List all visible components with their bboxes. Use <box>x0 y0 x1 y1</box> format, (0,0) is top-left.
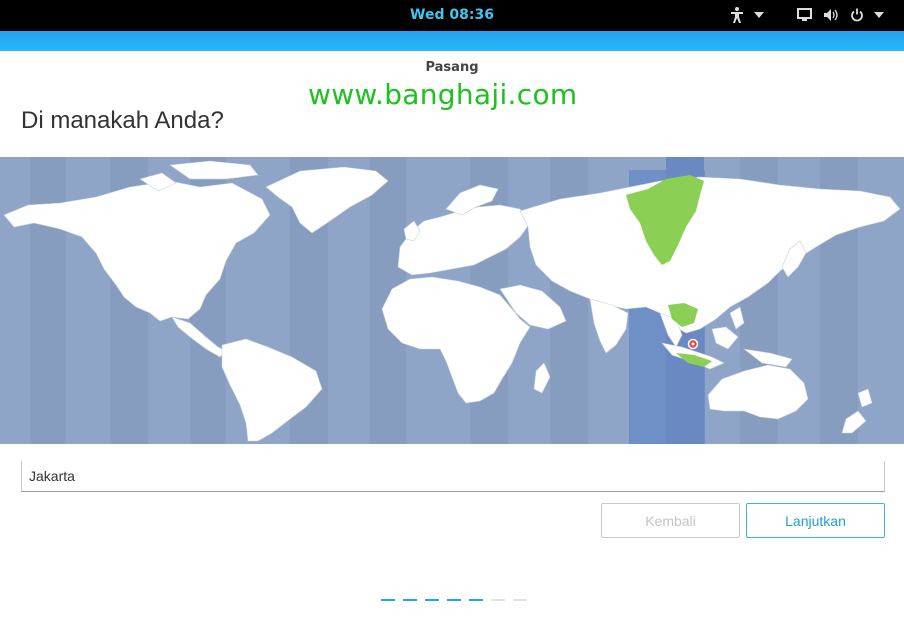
display-icon <box>797 8 812 22</box>
progress-step <box>513 599 527 601</box>
step-progress-indicator <box>381 599 527 601</box>
accessibility-icon <box>729 6 745 24</box>
progress-step <box>491 599 505 601</box>
world-map[interactable] <box>0 157 904 444</box>
chevron-down-icon <box>874 12 884 18</box>
location-input[interactable] <box>29 464 869 488</box>
progress-step <box>381 599 395 601</box>
location-marker[interactable] <box>687 338 699 350</box>
location-search-field[interactable] <box>21 461 885 492</box>
back-button[interactable]: Kembali <box>601 503 740 538</box>
volume-icon <box>823 8 838 22</box>
progress-step <box>425 599 439 601</box>
clock[interactable]: Wed 08:36 <box>0 7 904 23</box>
progress-step <box>447 599 461 601</box>
installer-window: Pasang Di manakah Anda? www.banghaji.com <box>0 31 904 630</box>
window-title: Pasang <box>425 60 479 75</box>
chevron-down-icon <box>754 12 764 18</box>
top-panel: Wed 08:36 <box>0 0 904 31</box>
accessibility-menu[interactable] <box>729 6 764 24</box>
page-heading: Di manakah Anda? <box>21 107 224 134</box>
window-accent-bar <box>0 31 904 51</box>
next-button[interactable]: Lanjutkan <box>746 503 885 538</box>
watermark: www.banghaji.com <box>308 78 578 111</box>
progress-step <box>403 599 417 601</box>
timezone-map[interactable] <box>0 157 904 444</box>
power-icon <box>850 8 864 22</box>
system-menu[interactable] <box>797 6 884 24</box>
progress-step <box>469 599 483 601</box>
